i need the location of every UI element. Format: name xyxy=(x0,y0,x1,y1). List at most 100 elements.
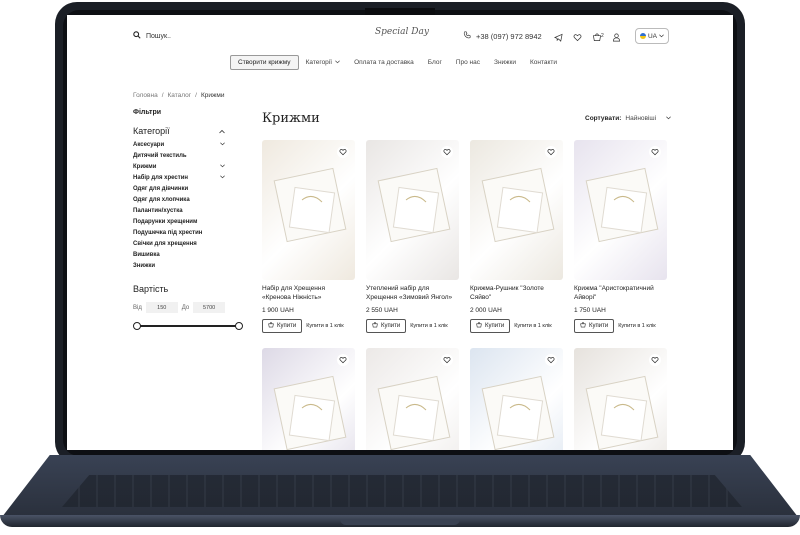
product-image[interactable] xyxy=(262,140,355,280)
nav-blog[interactable]: Блог xyxy=(421,56,449,69)
site-logo[interactable]: Special Day xyxy=(375,27,429,37)
product-card[interactable] xyxy=(470,348,563,450)
product-name[interactable]: Крижма "Аристократичний Айворі" xyxy=(574,285,667,303)
product-image[interactable] xyxy=(470,140,563,280)
product-image[interactable] xyxy=(262,348,355,450)
product-card[interactable]: Утеплений набір для Хрещення «Зимовий Ян… xyxy=(366,140,459,333)
category-item[interactable]: Свічки для хрещення xyxy=(133,241,225,252)
category-item[interactable]: Крижми xyxy=(133,164,225,175)
product-image[interactable] xyxy=(470,348,563,450)
breadcrumb-separator: / xyxy=(195,92,197,99)
category-item[interactable]: Подушечка під хрестин xyxy=(133,230,225,241)
price-range: Від 150 До 5700 xyxy=(133,302,225,313)
nav-categories-label: Категорії xyxy=(305,59,333,66)
product-card[interactable]: Крижма "Аристократичний Айворі" 1 750 UAH… xyxy=(574,140,667,333)
price-slider[interactable] xyxy=(133,322,243,330)
chevron-down-icon xyxy=(335,59,340,66)
nav-about[interactable]: Про нас xyxy=(449,56,487,69)
user-icon[interactable] xyxy=(612,29,621,47)
buy-one-click-link[interactable]: Купити в 1 клік xyxy=(410,323,447,329)
price-to-label: До xyxy=(181,304,190,311)
category-label: Вишивка xyxy=(133,252,160,258)
favorite-heart-icon[interactable] xyxy=(337,354,349,366)
category-list: Аксесуари Дитячий текстиль Крижми Набір … xyxy=(133,142,225,274)
phone-link[interactable]: +38 (097) 972 8942 xyxy=(463,31,542,41)
header-icons: 2 xyxy=(553,29,621,47)
product-image[interactable] xyxy=(574,348,667,450)
nav-create-krizhma[interactable]: Створити крижму xyxy=(230,55,299,70)
favorite-heart-icon[interactable] xyxy=(545,146,557,158)
category-label: Дитячий текстиль xyxy=(133,153,187,159)
cart-icon[interactable]: 2 xyxy=(592,29,604,47)
category-item[interactable]: Набір для хрестин xyxy=(133,175,225,186)
phone-icon xyxy=(463,31,471,41)
price-from-input[interactable]: 150 xyxy=(145,302,178,313)
price-slider-max-handle[interactable] xyxy=(235,322,243,330)
nav-contacts[interactable]: Контакти xyxy=(523,56,564,69)
product-card[interactable] xyxy=(366,348,459,450)
product-name[interactable]: Утеплений набір для Хрещення «Зимовий Ян… xyxy=(366,285,459,303)
category-item[interactable]: Вишивка xyxy=(133,252,225,263)
favorite-heart-icon[interactable] xyxy=(545,354,557,366)
breadcrumb-home[interactable]: Головна xyxy=(133,92,158,99)
sort-select[interactable]: Сортувати: Найновіші xyxy=(585,115,671,122)
favorite-heart-icon[interactable] xyxy=(649,354,661,366)
heart-icon[interactable] xyxy=(573,29,582,47)
breadcrumb: Головна / Каталог / Крижми xyxy=(133,92,224,99)
favorite-heart-icon[interactable] xyxy=(441,354,453,366)
cart-icon xyxy=(372,322,378,330)
category-item[interactable]: Дитячий текстиль xyxy=(133,153,225,164)
product-actions: Купити Купити в 1 клік xyxy=(470,319,563,333)
search-field[interactable]: Пошук.. xyxy=(133,31,171,41)
category-item[interactable]: Одяг для хлопчика xyxy=(133,197,225,208)
buy-button[interactable]: Купити xyxy=(470,319,511,333)
price-to-input[interactable]: 5700 xyxy=(193,302,225,313)
telegram-icon[interactable] xyxy=(553,29,563,47)
product-card[interactable]: Крижма-Рушник "Золоте Сяйво" 2 000 UAH Куп… xyxy=(470,140,563,333)
product-name[interactable]: Крижма-Рушник "Золоте Сяйво" xyxy=(470,285,563,303)
buy-button[interactable]: Купити xyxy=(574,319,615,333)
category-item[interactable]: Аксесуари xyxy=(133,142,225,153)
sidebar-filters: Фільтри Категорії Аксесуари Дитячий текс… xyxy=(133,109,243,330)
product-name[interactable]: Набір для Хрещення «Кренова Ніжність» xyxy=(262,285,355,303)
category-item[interactable]: Знижки xyxy=(133,263,225,274)
product-card[interactable] xyxy=(262,348,355,450)
language-select[interactable]: UA xyxy=(635,28,669,44)
product-image[interactable] xyxy=(574,140,667,280)
product-card[interactable]: Набір для Хрещення «Кренова Ніжність» 1 9… xyxy=(262,140,355,333)
buy-one-click-link[interactable]: Купити в 1 клік xyxy=(306,323,343,329)
sort-label: Сортувати: xyxy=(585,115,622,122)
favorite-heart-icon[interactable] xyxy=(649,146,661,158)
favorite-heart-icon[interactable] xyxy=(337,146,349,158)
search-icon xyxy=(133,31,141,41)
browser-screen: Пошук.. Special Day +38 (097) 972 8942 2 xyxy=(67,15,733,450)
buy-button[interactable]: Купити xyxy=(262,319,303,333)
price-slider-track xyxy=(136,325,240,327)
product-image[interactable] xyxy=(366,348,459,450)
buy-one-click-link[interactable]: Купити в 1 клік xyxy=(618,323,655,329)
chevron-down-icon xyxy=(220,142,225,153)
favorite-heart-icon[interactable] xyxy=(441,146,453,158)
category-item[interactable]: Подарунки хрещеним xyxy=(133,219,225,230)
price-slider-min-handle[interactable] xyxy=(133,322,141,330)
category-label: Одяг для хлопчика xyxy=(133,197,190,203)
nav-categories[interactable]: Категорії xyxy=(299,56,348,69)
category-item[interactable]: Палантин/хустка xyxy=(133,208,225,219)
product-price: 2 550 UAH xyxy=(366,307,398,314)
category-item[interactable]: Одяг для дівчинки xyxy=(133,186,225,197)
laptop-deck xyxy=(2,455,798,517)
buy-one-click-link[interactable]: Купити в 1 клік xyxy=(514,323,551,329)
chevron-up-icon xyxy=(219,126,225,136)
product-actions: Купити Купити в 1 клік xyxy=(574,319,667,333)
nav-payment-delivery[interactable]: Оплата та доставка xyxy=(347,56,421,69)
product-price: 2 000 UAH xyxy=(470,307,502,314)
product-image[interactable] xyxy=(366,140,459,280)
chevron-down-icon xyxy=(666,115,671,122)
category-label: Одяг для дівчинки xyxy=(133,186,189,192)
nav-discounts[interactable]: Знижки xyxy=(487,56,523,69)
product-card[interactable] xyxy=(574,348,667,450)
laptop-base xyxy=(0,455,800,533)
breadcrumb-catalog[interactable]: Каталог xyxy=(168,92,192,99)
categories-header[interactable]: Категорії xyxy=(133,126,225,136)
buy-button[interactable]: Купити xyxy=(366,319,407,333)
